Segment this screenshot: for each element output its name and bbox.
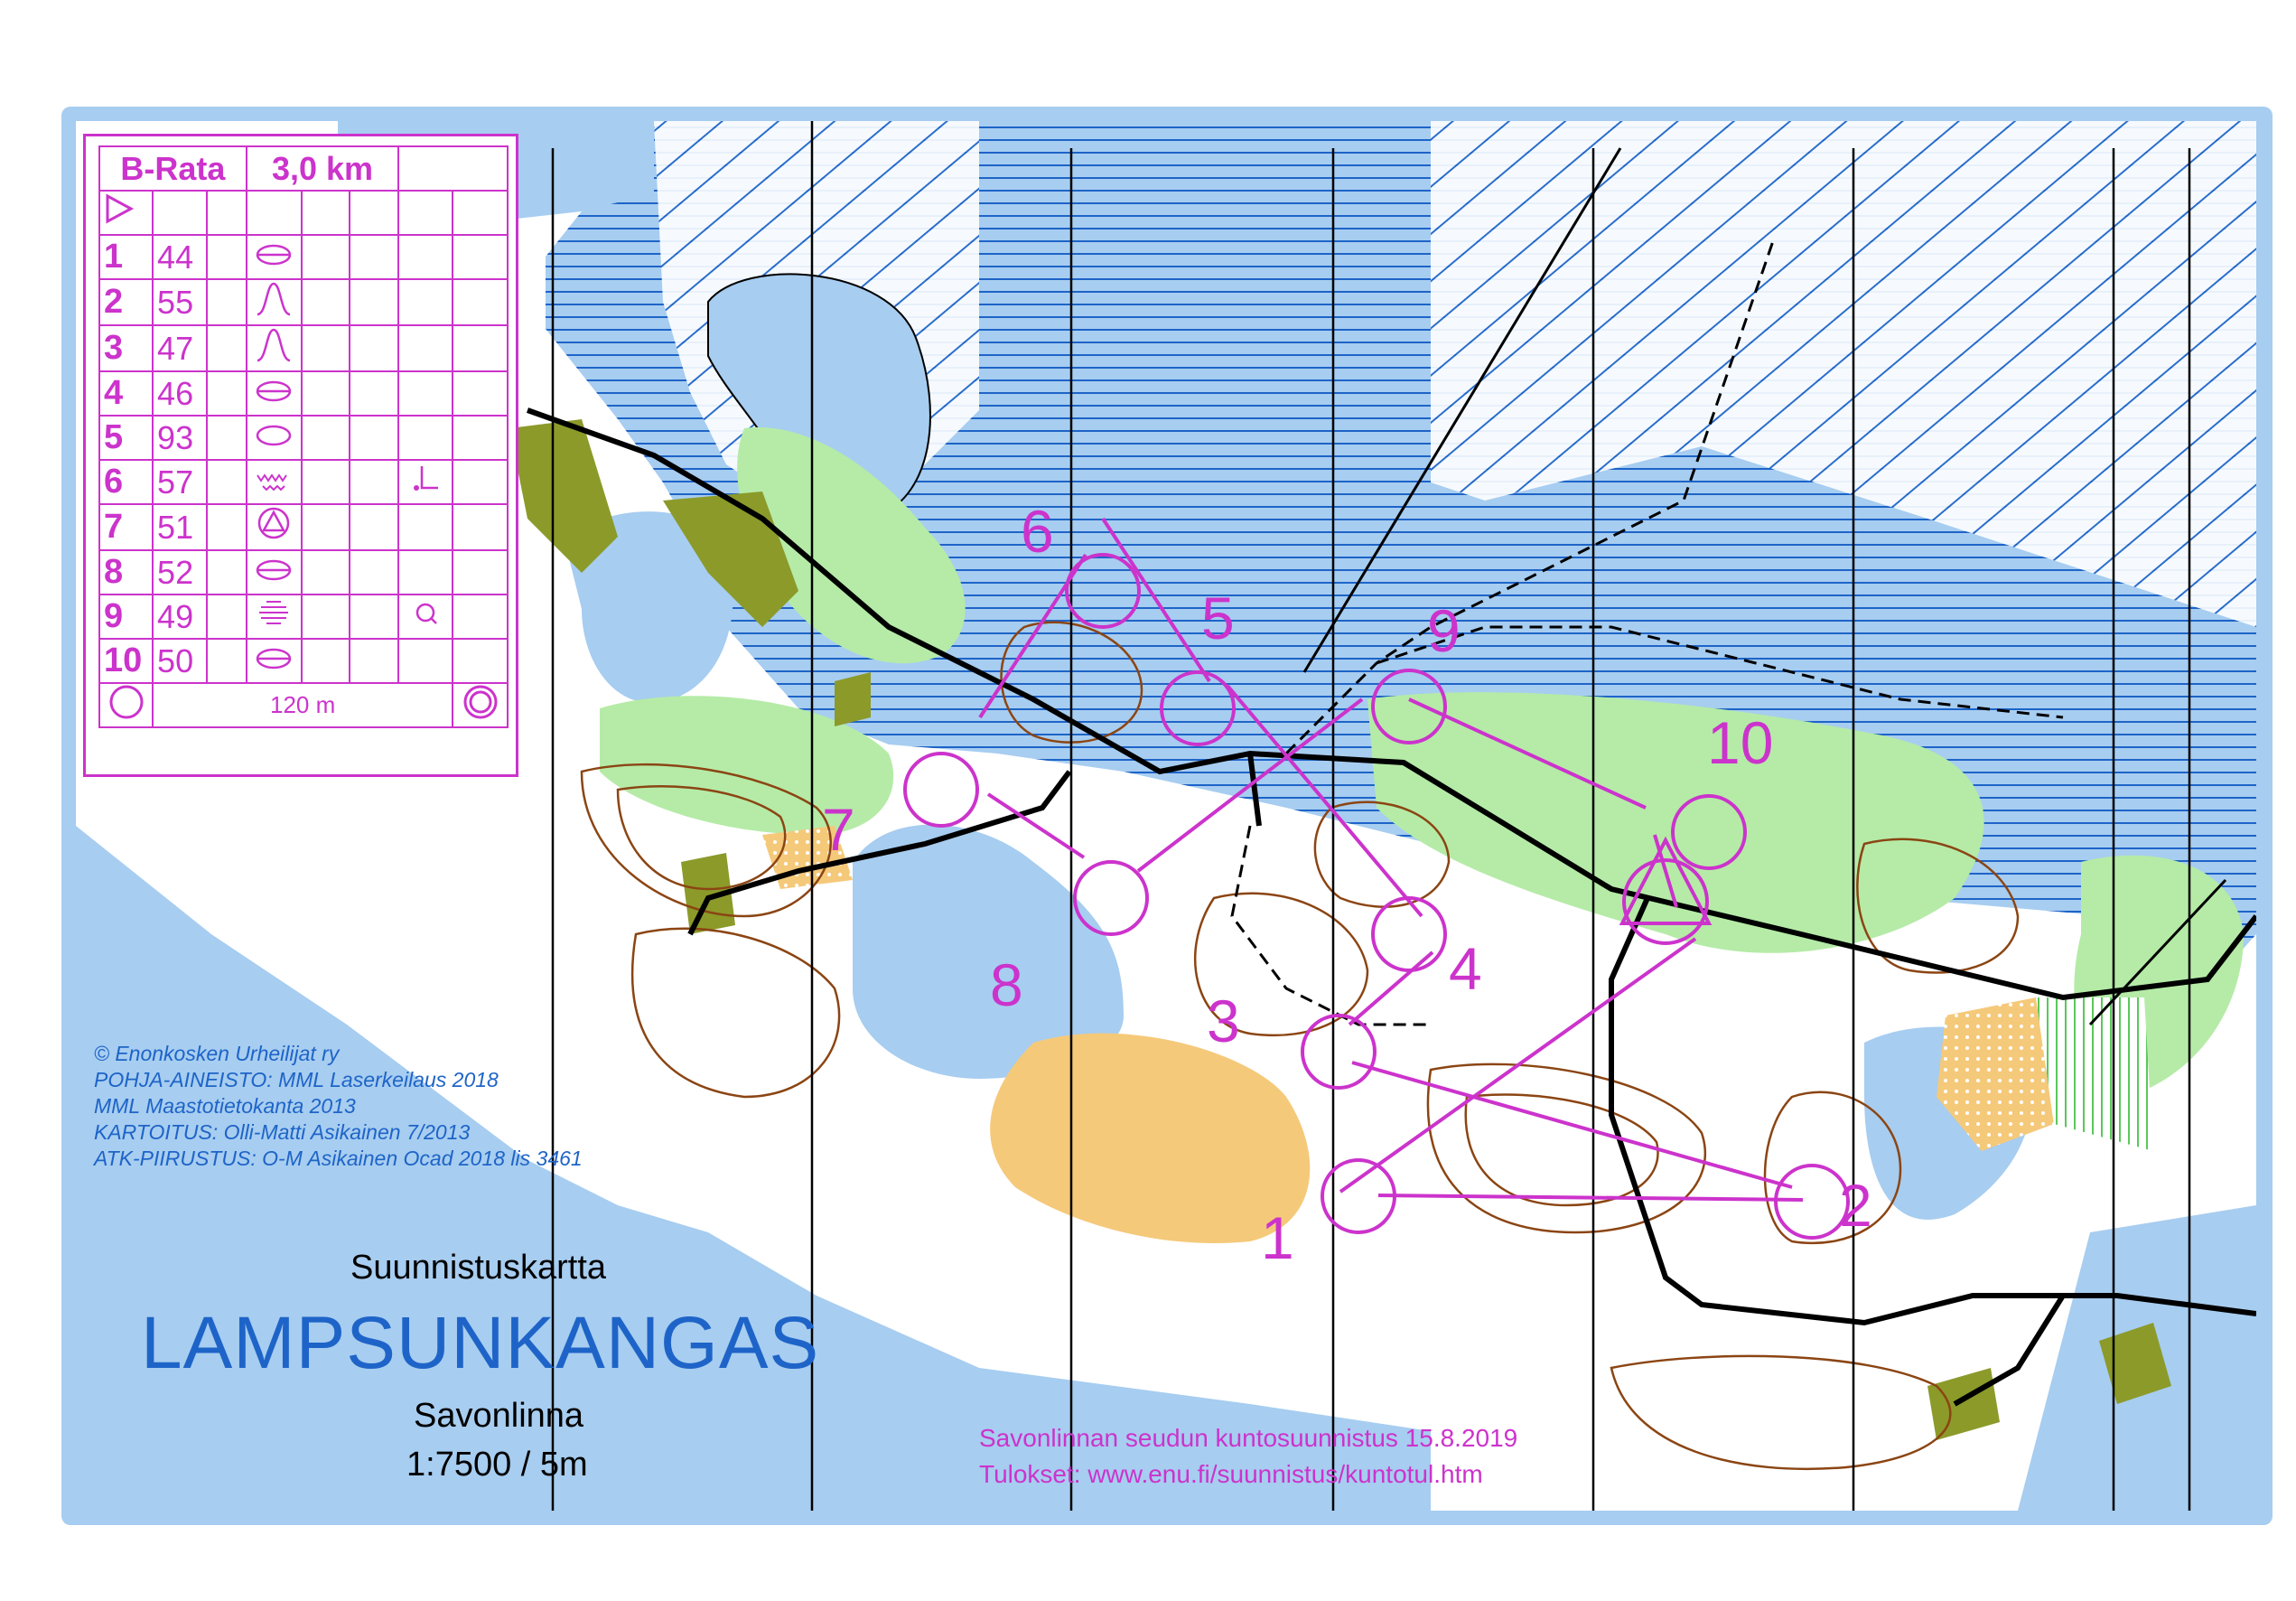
- knoll-icon: [245, 638, 303, 684]
- control-code: 57: [152, 459, 209, 505]
- control-row: 4 46: [98, 370, 509, 417]
- control-description-card: B-Rata 3,0 km 1 44 2 55 3 47 4 46 5 93 6 57 7 51 8 52 9 4…: [83, 134, 518, 777]
- credit-line: KARTOITUS: Olli-Matti Asikainen 7/2013: [94, 1120, 471, 1144]
- control-label-4: 4: [1449, 935, 1482, 1002]
- knoll-icon: [245, 234, 303, 280]
- control-label-9: 9: [1427, 597, 1461, 664]
- corner-icon: [397, 459, 454, 505]
- control-row: 10 50: [98, 638, 509, 684]
- control-number: 2: [98, 278, 154, 326]
- map-city: Savonlinna: [414, 1397, 584, 1435]
- map-name: LAMPSUNKANGAS: [141, 1302, 820, 1384]
- course-name: B-Rata: [98, 145, 247, 192]
- marsh-line-icon: [245, 594, 303, 640]
- control-number: 10: [98, 638, 154, 684]
- control-number: 1: [98, 234, 154, 280]
- control-number: 7: [98, 503, 154, 551]
- control-number: 4: [98, 370, 154, 417]
- boulder-icon: [245, 503, 303, 551]
- control-row: 6 57: [98, 459, 509, 505]
- course-length: 3,0 km: [245, 145, 400, 192]
- spur-icon: [245, 324, 303, 372]
- event-info: Savonlinnan seudun kuntosuunnistus 15.8.…: [979, 1420, 1517, 1493]
- knoll-icon: [245, 549, 303, 595]
- finish-circle-icon: [98, 682, 154, 728]
- map-scale: 1:7500 / 5m: [406, 1446, 588, 1484]
- start-icon: [98, 190, 154, 236]
- control-number: 8: [98, 549, 154, 595]
- control-label-10: 10: [1707, 709, 1774, 776]
- control-label-7: 7: [822, 796, 855, 863]
- control-code: 93: [152, 415, 209, 461]
- knoll-icon: [245, 370, 303, 417]
- control-row: 7 51: [98, 503, 509, 551]
- results-link[interactable]: Tulokset: www.enu.fi/suunnistus/kuntotul…: [979, 1456, 1517, 1493]
- oval-icon: [245, 415, 303, 461]
- finish-distance: 120 m: [152, 682, 454, 728]
- control-number: 6: [98, 459, 154, 505]
- control-label-3: 3: [1207, 988, 1240, 1054]
- control-label-8: 8: [990, 951, 1023, 1018]
- control-code: 52: [152, 549, 209, 595]
- map-credits: © Enonkosken Urheilijat ry POHJA-AINEIST…: [94, 1041, 583, 1172]
- small-knoll-icon: [397, 594, 454, 640]
- control-row: 5 93: [98, 415, 509, 461]
- credit-line: © Enonkosken Urheilijat ry: [94, 1042, 340, 1065]
- spur-icon: [245, 278, 303, 326]
- finish-double-circle-icon: [452, 682, 509, 728]
- control-code: 47: [152, 324, 209, 372]
- control-number: 9: [98, 594, 154, 640]
- control-label-1: 1: [1261, 1204, 1294, 1271]
- credit-line: MML Maastotietokanta 2013: [94, 1094, 356, 1118]
- event-title: Savonlinnan seudun kuntosuunnistus 15.8.…: [979, 1424, 1518, 1452]
- control-label-2: 2: [1839, 1172, 1872, 1239]
- control-number: 3: [98, 324, 154, 372]
- marsh-icon: [245, 459, 303, 505]
- control-label-6: 6: [1021, 498, 1054, 565]
- control-row: 2 55: [98, 278, 509, 326]
- control-code: 51: [152, 503, 209, 551]
- credit-line: ATK-PIIRUSTUS: O-M Asikainen Ocad 2018 l…: [94, 1147, 583, 1170]
- map-kind: Suunnistuskartta: [350, 1249, 607, 1287]
- control-code: 50: [152, 638, 209, 684]
- control-row: 1 44: [98, 234, 509, 280]
- control-row: 9 49: [98, 594, 509, 640]
- control-description-table: B-Rata 3,0 km 1 44 2 55 3 47 4 46 5 93 6 57 7 51 8 52 9 4…: [98, 145, 509, 728]
- control-label-5: 5: [1201, 585, 1235, 651]
- control-row: 8 52: [98, 549, 509, 595]
- control-row: 3 47: [98, 324, 509, 372]
- control-number: 5: [98, 415, 154, 461]
- control-code: 49: [152, 594, 209, 640]
- credit-line: POHJA-AINEISTO: MML Laserkeilaus 2018: [94, 1068, 499, 1091]
- control-code: 44: [152, 234, 209, 280]
- control-code: 46: [152, 370, 209, 417]
- control-code: 55: [152, 278, 209, 326]
